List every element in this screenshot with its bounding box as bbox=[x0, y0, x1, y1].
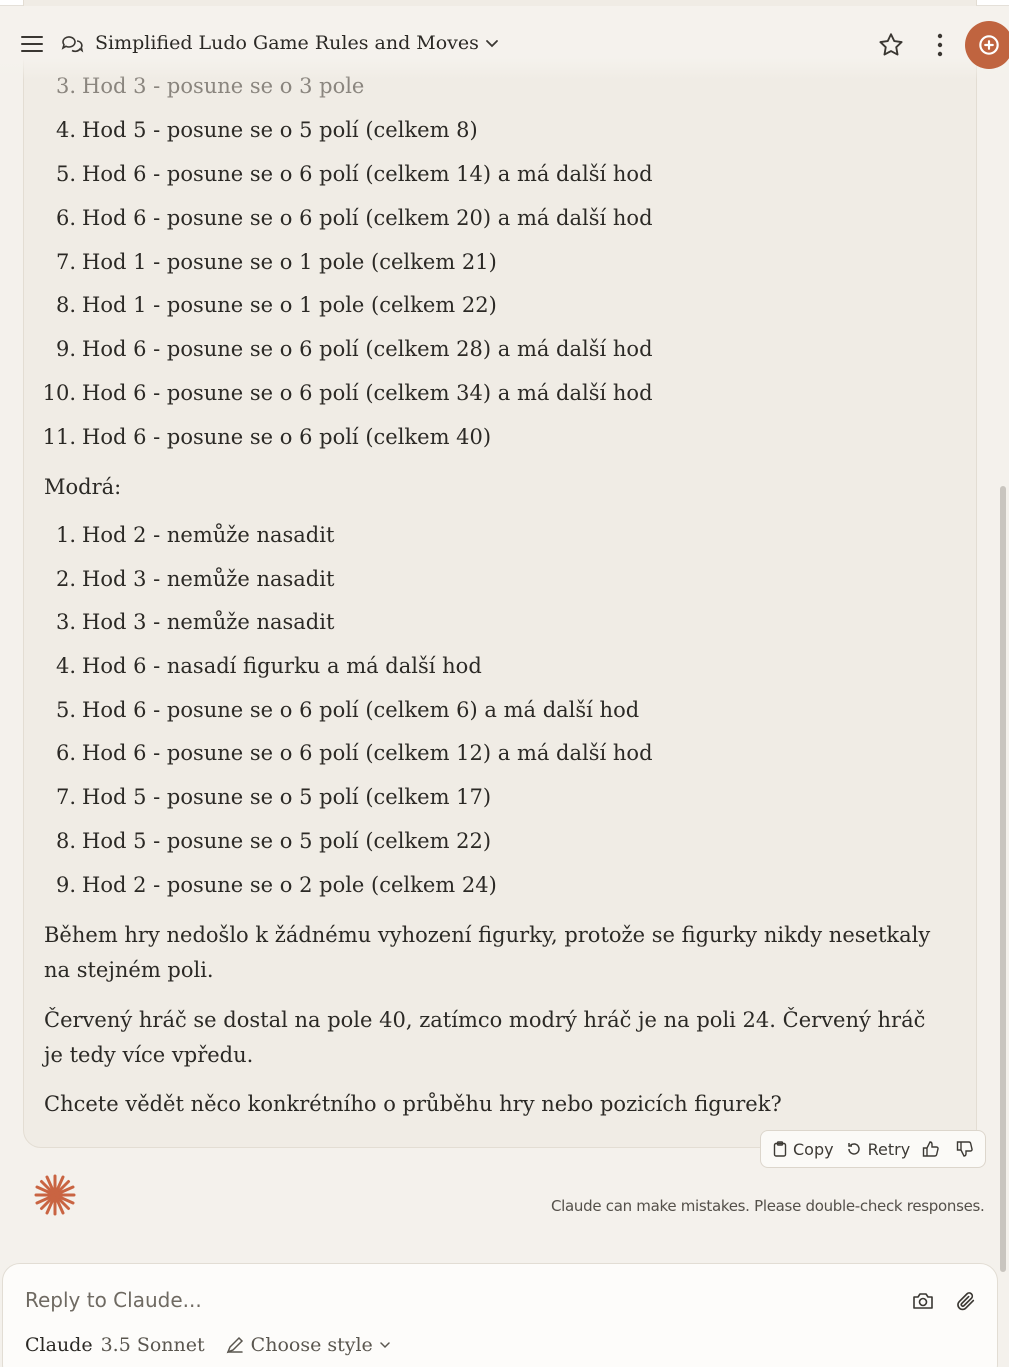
list-number: 11. bbox=[42, 425, 76, 449]
list-text: Hod 6 - posune se o 6 polí (celkem 34) a… bbox=[82, 381, 653, 405]
list-text: Hod 1 - posune se o 1 pole (celkem 21) bbox=[82, 250, 497, 274]
menu-button[interactable] bbox=[16, 28, 48, 60]
pen-style-icon bbox=[226, 1336, 243, 1354]
message-actions: Copy Retry bbox=[760, 1130, 986, 1168]
conversation-title-button[interactable]: Simplified Ludo Game Rules and Moves bbox=[95, 28, 499, 58]
reply-input[interactable] bbox=[25, 1284, 825, 1316]
copy-label: Copy bbox=[793, 1139, 834, 1159]
list-text: Hod 6 - posune se o 6 polí (celkem 12) a… bbox=[82, 741, 653, 765]
list-number: 5. bbox=[55, 162, 76, 186]
list-text: Hod 1 - posune se o 1 pole (celkem 22) bbox=[82, 293, 497, 317]
list-item: 5. Hod 6 - posune se o 6 polí (celkem 6) … bbox=[0, 698, 639, 722]
model-name: Claude bbox=[25, 1334, 93, 1356]
chat-bubbles-icon bbox=[58, 30, 86, 58]
list-number: 7. bbox=[55, 785, 76, 809]
list-text: Hod 5 - posune se o 5 polí (celkem 17) bbox=[82, 785, 492, 809]
list-number: 1. bbox=[55, 523, 76, 547]
list-item: 6. Hod 6 - posune se o 6 polí (celkem 12)… bbox=[0, 741, 653, 765]
list-number: 3. bbox=[55, 610, 76, 634]
list-item: 5. Hod 6 - posune se o 6 polí (celkem 14)… bbox=[0, 162, 653, 186]
model-row: Claude 3.5 Sonnet Choose style bbox=[25, 1334, 397, 1356]
summary-paragraph: Červený hráč se dostal na pole 40, zatím… bbox=[44, 1008, 926, 1067]
more-options-button[interactable] bbox=[926, 28, 954, 62]
scrollbar[interactable] bbox=[1000, 486, 1006, 1272]
retry-label: Retry bbox=[867, 1139, 911, 1159]
list-text: Hod 2 - posune se o 2 pole (celkem 24) bbox=[82, 873, 497, 897]
conversation-title: Simplified Ludo Game Rules and Moves bbox=[95, 32, 479, 54]
list-text: Hod 6 - posune se o 6 polí (celkem 14) a… bbox=[82, 162, 653, 186]
list-item: 3. Hod 3 - nemůže nasadit bbox=[0, 610, 334, 634]
hamburger-icon bbox=[21, 36, 43, 52]
chevron-down-icon bbox=[485, 40, 498, 48]
list-number: 2. bbox=[55, 567, 76, 591]
style-label: Choose style bbox=[250, 1334, 373, 1356]
list-text: Hod 5 - posune se o 5 polí (celkem 8) bbox=[82, 118, 478, 142]
list-item: 4. Hod 6 - nasadí figurku a má další hod bbox=[0, 654, 482, 678]
chevron-down-icon bbox=[380, 1342, 390, 1349]
blue-heading: Modrá: bbox=[44, 475, 122, 499]
list-number: 6. bbox=[55, 741, 76, 765]
clipboard-icon bbox=[773, 1141, 787, 1157]
model-selector[interactable]: Claude 3.5 Sonnet bbox=[25, 1334, 205, 1356]
disclaimer-text: Claude can make mistakes. Please double-… bbox=[551, 1197, 985, 1215]
list-item: 9. Hod 2 - posune se o 2 pole (celkem 24) bbox=[0, 873, 497, 897]
thumbs-down-button[interactable] bbox=[956, 1141, 980, 1157]
list-number: 4. bbox=[55, 654, 76, 678]
summary-paragraph: Během hry nedošlo k žádnému vyhození fig… bbox=[44, 923, 931, 982]
list-text: Hod 3 - nemůže nasadit bbox=[82, 610, 335, 634]
list-item: 10. Hod 6 - posune se o 6 polí (celkem 34… bbox=[0, 381, 653, 405]
list-number: 9. bbox=[55, 337, 76, 361]
chat-header: Simplified Ludo Game Rules and Moves bbox=[0, 6, 1009, 80]
star-icon bbox=[879, 33, 903, 56]
list-text: Hod 2 - nemůže nasadit bbox=[82, 523, 335, 547]
attach-button[interactable] bbox=[953, 1288, 979, 1314]
list-text: Hod 6 - nasadí figurku a má další hod bbox=[82, 654, 482, 678]
list-number: 8. bbox=[55, 293, 76, 317]
list-number: 7. bbox=[55, 250, 76, 274]
question-paragraph: Chcete vědět něco konkrétního o průběhu … bbox=[44, 1092, 782, 1116]
list-text: Hod 6 - posune se o 6 polí (celkem 40) bbox=[82, 425, 492, 449]
list-item: 2. Hod 3 - nemůže nasadit bbox=[0, 567, 334, 591]
camera-icon bbox=[913, 1293, 933, 1309]
list-item: 7. Hod 1 - posune se o 1 pole (celkem 21) bbox=[0, 250, 497, 274]
list-item: 8. Hod 1 - posune se o 1 pole (celkem 22) bbox=[0, 293, 497, 317]
copy-button[interactable]: Copy bbox=[773, 1140, 834, 1159]
list-item: 8. Hod 5 - posune se o 5 polí (celkem 22) bbox=[0, 829, 491, 853]
vertical-dots-icon bbox=[937, 33, 943, 57]
thumbs-up-icon bbox=[922, 1141, 939, 1157]
list-text: Hod 5 - posune se o 5 polí (celkem 22) bbox=[82, 829, 492, 853]
list-item: 7. Hod 5 - posune se o 5 polí (celkem 17) bbox=[0, 785, 491, 809]
list-number: 4. bbox=[55, 118, 76, 142]
list-item: 9. Hod 6 - posune se o 6 polí (celkem 28)… bbox=[0, 337, 653, 361]
list-number: 9. bbox=[55, 873, 76, 897]
screenshot-button[interactable] bbox=[909, 1288, 937, 1314]
thumbs-up-button[interactable] bbox=[922, 1141, 946, 1157]
retry-icon bbox=[847, 1143, 860, 1155]
thumbs-down-icon bbox=[956, 1141, 973, 1157]
list-item: 4. Hod 5 - posune se o 5 polí (celkem 8) bbox=[0, 118, 478, 142]
list-number: 6. bbox=[55, 206, 76, 230]
list-item: 1. Hod 2 - nemůže nasadit bbox=[0, 523, 334, 547]
list-item: 6. Hod 6 - posune se o 6 polí (celkem 20)… bbox=[0, 206, 653, 230]
claude-spark-icon bbox=[34, 1174, 76, 1216]
list-text: Hod 6 - posune se o 6 polí (celkem 28) a… bbox=[82, 337, 653, 361]
list-number: 10. bbox=[42, 381, 76, 405]
list-number: 5. bbox=[55, 698, 76, 722]
model-version: 3.5 Sonnet bbox=[100, 1334, 205, 1356]
choose-style-button[interactable]: Choose style bbox=[225, 1334, 397, 1356]
list-text: Hod 6 - posune se o 6 polí (celkem 6) a … bbox=[82, 698, 640, 722]
star-button[interactable] bbox=[874, 28, 908, 62]
list-text: Hod 6 - posune se o 6 polí (celkem 20) a… bbox=[82, 206, 653, 230]
new-chat-button[interactable] bbox=[965, 21, 1009, 69]
list-number: 8. bbox=[55, 829, 76, 853]
new-chat-icon bbox=[979, 35, 999, 55]
retry-button[interactable]: Retry bbox=[846, 1139, 911, 1159]
paperclip-icon bbox=[957, 1292, 975, 1311]
list-item: 11. Hod 6 - posune se o 6 polí (celkem 40… bbox=[0, 425, 492, 449]
list-text: Hod 3 - nemůže nasadit bbox=[82, 567, 335, 591]
composer: Claude 3.5 Sonnet Choose style bbox=[2, 1263, 998, 1367]
